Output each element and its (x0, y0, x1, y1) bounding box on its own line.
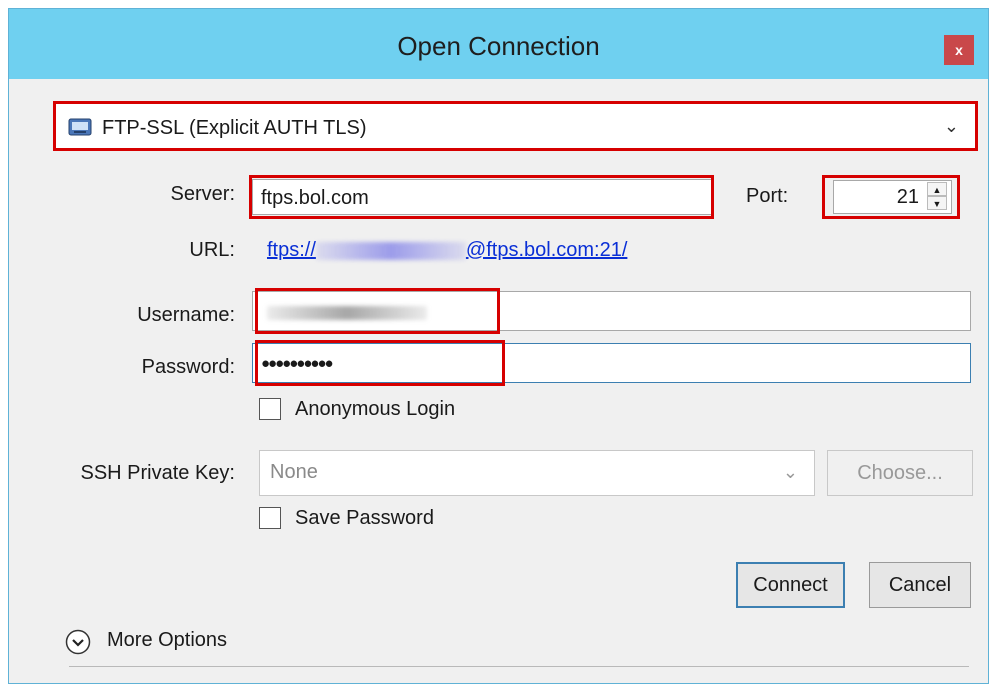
port-value: 21 (896, 186, 919, 208)
divider (69, 666, 969, 667)
chevron-down-icon: ⌄ (943, 116, 959, 136)
server-input[interactable]: ftps.bol.com (252, 179, 712, 215)
server-value: ftps.bol.com (261, 187, 369, 209)
port-spinner[interactable]: ▲ ▼ (927, 182, 947, 212)
chevron-circle-down-icon (65, 629, 91, 655)
spin-up-icon[interactable]: ▲ (927, 182, 947, 196)
dialog-title: Open Connection (397, 31, 600, 61)
chevron-down-icon: ⌄ (782, 462, 798, 482)
ssh-key-label: SSH Private Key: (80, 462, 235, 484)
server-label: Server: (170, 183, 235, 205)
redacted-username-value (267, 306, 427, 320)
redacted-username (315, 241, 466, 260)
open-connection-dialog: Open Connection x FTP-SSL (Explicit AUTH… (8, 8, 989, 684)
ssh-key-select[interactable]: None ⌄ (259, 450, 815, 496)
more-options-label: More Options (107, 629, 228, 651)
save-password-label: Save Password (295, 507, 434, 529)
password-label: Password: (141, 356, 235, 378)
title-bar[interactable]: Open Connection x (9, 9, 988, 79)
url-suffix: @ftps.bol.com:21/ (465, 239, 628, 261)
ssh-key-value: None (270, 461, 318, 483)
cancel-button[interactable]: Cancel (869, 562, 971, 608)
protocol-select[interactable]: FTP-SSL (Explicit AUTH TLS) ⌄ (53, 101, 978, 151)
url-link[interactable]: ftps:// @ftps.bol.com:21/ (267, 239, 627, 262)
spin-down-icon[interactable]: ▼ (927, 196, 947, 210)
url-prefix: ftps:// (267, 239, 316, 261)
close-button[interactable]: x (944, 35, 974, 65)
port-input[interactable]: 21 ▲ ▼ (833, 180, 952, 214)
connect-button[interactable]: Connect (736, 562, 845, 608)
drive-icon (68, 118, 92, 136)
choose-button[interactable]: Choose... (827, 450, 973, 496)
save-password-checkbox[interactable] (259, 507, 281, 529)
anonymous-login-checkbox[interactable] (259, 398, 281, 420)
port-label: Port: (746, 185, 789, 207)
username-label: Username: (137, 304, 235, 326)
url-label: URL: (189, 239, 235, 261)
password-value: ●●●●●●●●●● (261, 355, 334, 372)
anonymous-login-label: Anonymous Login (295, 398, 456, 420)
password-input[interactable]: ●●●●●●●●●● (252, 343, 971, 383)
protocol-label: FTP-SSL (Explicit AUTH TLS) (102, 117, 367, 139)
